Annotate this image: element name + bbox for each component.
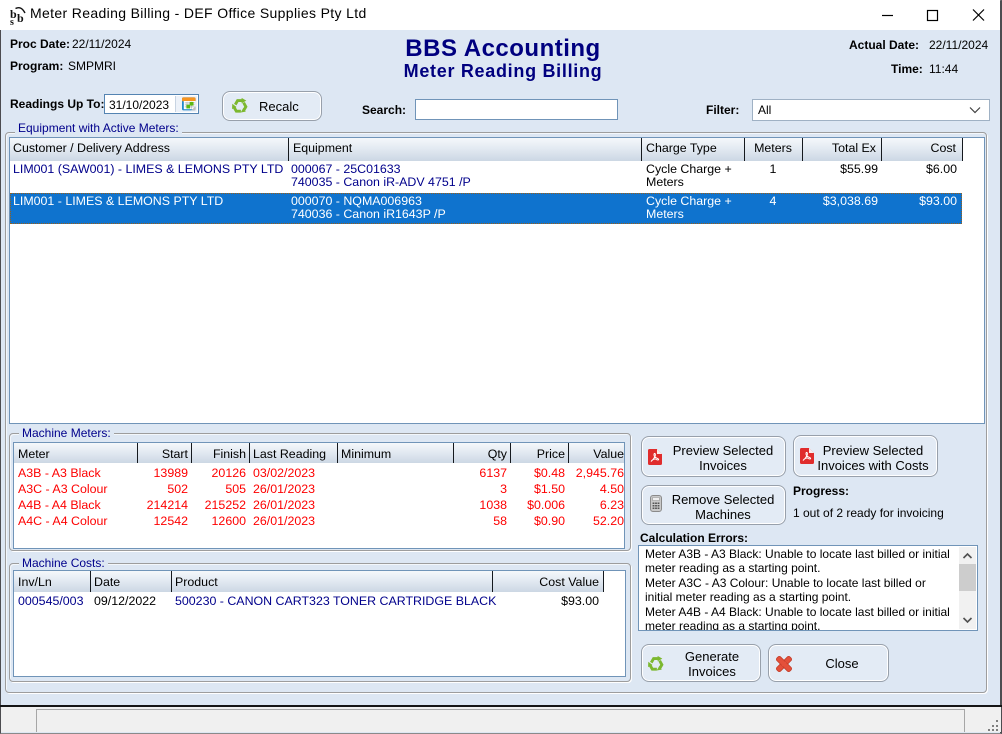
svg-text:s: s [10,17,14,28]
svg-text:b: b [17,11,24,25]
